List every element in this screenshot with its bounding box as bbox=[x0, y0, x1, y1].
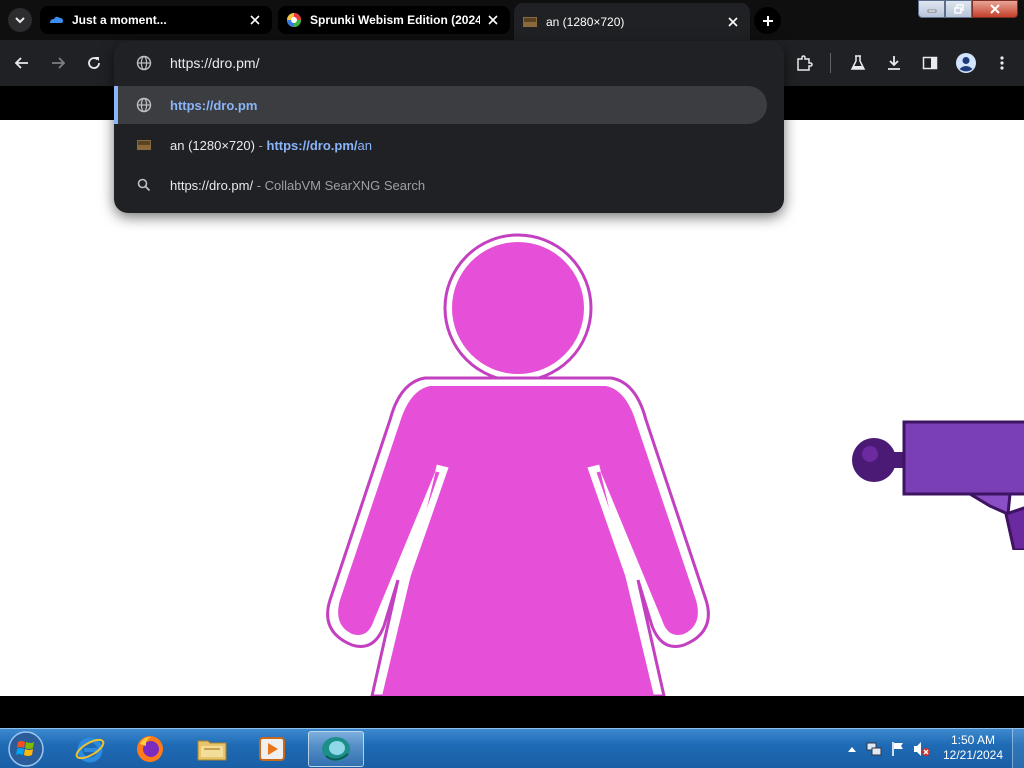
network-icon bbox=[866, 742, 882, 756]
side-panel-button[interactable] bbox=[918, 51, 942, 75]
avatar-icon bbox=[956, 53, 976, 73]
suggestion-separator: - bbox=[253, 177, 265, 193]
forward-button[interactable] bbox=[46, 51, 70, 75]
extensions-button[interactable] bbox=[792, 51, 816, 75]
more-vert-icon bbox=[1000, 56, 1004, 70]
windows-logo-icon bbox=[8, 731, 44, 767]
suggestion-url-base: https://dro.pm/ bbox=[266, 137, 358, 153]
downloads-button[interactable] bbox=[882, 51, 906, 75]
taskbar-explorer[interactable] bbox=[184, 731, 240, 767]
minimize-icon bbox=[927, 9, 936, 13]
taskbar-media-player[interactable] bbox=[244, 731, 300, 767]
menu-button[interactable] bbox=[990, 51, 1014, 75]
show-desktop-button[interactable] bbox=[1012, 729, 1024, 768]
volume-muted-icon bbox=[914, 742, 930, 756]
download-icon bbox=[888, 56, 900, 70]
firefox-icon bbox=[137, 736, 163, 762]
restore-icon bbox=[953, 4, 964, 14]
tray-action-center[interactable] bbox=[886, 741, 910, 757]
arrow-right-icon bbox=[52, 57, 66, 69]
tab-an-image[interactable]: an (1280×720) bbox=[514, 3, 750, 40]
start-button[interactable] bbox=[6, 730, 46, 768]
omnibox-suggestion[interactable]: https://dro.pm bbox=[114, 86, 767, 124]
toolbar-separator bbox=[830, 53, 831, 73]
windows-taskbar: 1:50 AM 12/21/2024 bbox=[0, 728, 1024, 768]
close-icon[interactable] bbox=[246, 11, 264, 29]
plus-icon bbox=[762, 15, 773, 26]
reload-button[interactable] bbox=[82, 51, 106, 75]
tray-expand-button[interactable] bbox=[842, 746, 862, 752]
suggestion-separator: - bbox=[254, 137, 267, 153]
image-icon bbox=[136, 137, 152, 153]
tray-volume[interactable] bbox=[910, 741, 934, 757]
omnibox-dropdown: https://dro.pm/ https://dro.pm an (1280×… bbox=[114, 41, 784, 213]
window-close-button[interactable] bbox=[972, 0, 1018, 18]
arrow-left-icon bbox=[14, 57, 28, 69]
tab-search-button[interactable] bbox=[8, 8, 32, 32]
reload-icon bbox=[88, 57, 100, 69]
omnibox-suggestion[interactable]: an (1280×720) - https://dro.pm/ an bbox=[114, 126, 784, 164]
app-logo-icon bbox=[322, 737, 350, 761]
taskbar-internet-explorer[interactable] bbox=[62, 731, 118, 767]
tab-just-a-moment[interactable]: Just a moment... bbox=[40, 6, 272, 34]
globe-icon bbox=[136, 55, 152, 71]
image-icon bbox=[523, 16, 537, 27]
close-icon[interactable] bbox=[724, 13, 742, 31]
globe-icon bbox=[136, 97, 152, 113]
tab-sprunki[interactable]: Sprunki Webism Edition (2024) bbox=[278, 6, 510, 34]
new-tab-button[interactable] bbox=[754, 7, 781, 34]
taskbar-firefox[interactable] bbox=[122, 731, 178, 767]
back-button[interactable] bbox=[10, 51, 34, 75]
suggestion-url-path: an bbox=[357, 137, 372, 153]
tab-title: an (1280×720) bbox=[546, 14, 625, 29]
clock-date: 12/21/2024 bbox=[942, 748, 1004, 762]
taskbar-clock[interactable]: 1:50 AM 12/21/2024 bbox=[936, 733, 1010, 763]
puzzle-icon bbox=[797, 55, 813, 71]
system-tray bbox=[842, 729, 934, 768]
clock-time: 1:50 AM bbox=[950, 733, 996, 747]
folder-icon bbox=[197, 740, 227, 761]
omnibox-suggestion[interactable]: https://dro.pm/ - CollabVM SearXNG Searc… bbox=[114, 166, 784, 204]
minimize-button[interactable] bbox=[918, 0, 945, 18]
chevron-up-icon bbox=[848, 747, 856, 752]
cloudflare-icon bbox=[50, 16, 63, 23]
internet-explorer-icon bbox=[75, 737, 105, 763]
profile-button[interactable] bbox=[954, 51, 978, 75]
suggestion-engine: CollabVM SearXNG Search bbox=[264, 177, 426, 193]
flask-icon bbox=[850, 55, 866, 70]
restore-button[interactable] bbox=[945, 0, 972, 18]
tab-title: Sprunki Webism Edition (2024) bbox=[310, 13, 480, 27]
tab-strip: Just a moment... Sprunki Webism Edition … bbox=[0, 0, 1024, 40]
suggestion-query: https://dro.pm/ bbox=[170, 177, 254, 193]
suggestion-url: https://dro.pm bbox=[170, 97, 258, 113]
address-input-text[interactable]: https://dro.pm/ bbox=[170, 55, 259, 71]
address-bar[interactable]: https://dro.pm/ bbox=[114, 41, 784, 85]
window-controls bbox=[918, 0, 1018, 18]
screen-bottom-strip bbox=[0, 696, 1024, 728]
media-player-icon bbox=[259, 737, 285, 761]
purple-device-image bbox=[850, 420, 1024, 550]
tab-title: Just a moment... bbox=[72, 13, 167, 27]
flag-icon bbox=[892, 742, 903, 756]
sprunki-icon bbox=[287, 13, 301, 27]
tray-network[interactable] bbox=[862, 741, 886, 757]
close-icon bbox=[990, 4, 1000, 14]
suggestion-title: an (1280×720) bbox=[170, 137, 255, 153]
chevron-down-icon bbox=[15, 17, 25, 24]
close-icon[interactable] bbox=[484, 11, 502, 29]
labs-button[interactable] bbox=[846, 51, 870, 75]
search-icon bbox=[136, 177, 152, 193]
side-panel-icon bbox=[922, 56, 938, 70]
taskbar-active-app[interactable] bbox=[308, 731, 364, 767]
